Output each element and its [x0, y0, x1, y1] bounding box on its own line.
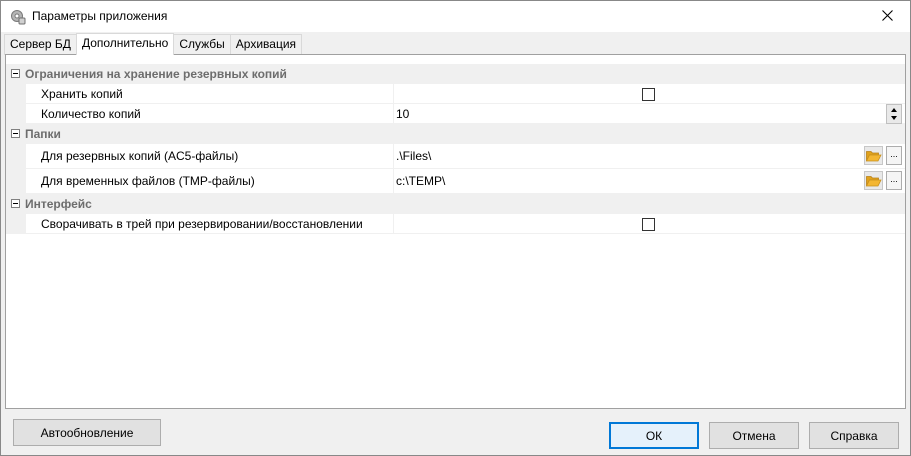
ok-button[interactable]: ОК: [609, 422, 699, 449]
category-interface[interactable]: Интерфейс: [6, 194, 905, 214]
backup-dir-value[interactable]: .\Files\: [396, 149, 431, 163]
collapse-icon[interactable]: [11, 69, 20, 78]
property-row-temp-dir[interactable]: Для временных файлов (TMP-файлы) c:\TEMP…: [6, 169, 905, 194]
collapse-icon[interactable]: [11, 129, 20, 138]
browse-folder-button[interactable]: [864, 146, 883, 165]
property-name: Для резервных копий (AC5-файлы): [41, 149, 239, 163]
property-row-keep-copies[interactable]: Хранить копий: [6, 84, 905, 104]
keep-copies-checkbox[interactable]: [642, 88, 655, 101]
folder-open-icon: [865, 151, 882, 162]
property-row-backup-dir[interactable]: Для резервных копий (AC5-файлы) .\Files\…: [6, 144, 905, 169]
property-grid: Ограничения на хранение резервных копий …: [5, 54, 906, 409]
spin-down-icon[interactable]: [891, 116, 897, 120]
property-name: Хранить копий: [41, 87, 123, 101]
collapse-icon[interactable]: [11, 199, 20, 208]
tab-db-server[interactable]: Сервер БД: [4, 34, 77, 55]
property-name: Количество копий: [41, 107, 141, 121]
close-icon: [881, 9, 893, 24]
copy-count-spinner[interactable]: [886, 104, 902, 124]
ellipsis-button[interactable]: ...: [886, 171, 902, 190]
tab-services[interactable]: Службы: [173, 34, 231, 55]
tab-strip: Сервер БД Дополнительно Службы Архивация: [4, 33, 303, 55]
property-name: Сворачивать в трей при резервировании/во…: [41, 217, 363, 231]
tab-archiving[interactable]: Архивация: [229, 34, 303, 55]
app-gear-icon: [10, 9, 26, 25]
property-name: Для временных файлов (TMP-файлы): [41, 174, 255, 188]
category-label: Ограничения на хранение резервных копий: [25, 67, 287, 81]
property-row-copy-count[interactable]: Количество копий 10: [6, 104, 905, 124]
window-title: Параметры приложения: [32, 9, 168, 23]
category-backup-limits[interactable]: Ограничения на хранение резервных копий: [6, 64, 905, 84]
settings-dialog: Параметры приложения Сервер БД Дополните…: [0, 0, 911, 456]
tab-advanced[interactable]: Дополнительно: [75, 33, 175, 55]
category-folders[interactable]: Папки: [6, 124, 905, 144]
property-row-minimize-tray[interactable]: Сворачивать в трей при резервировании/во…: [6, 214, 905, 234]
category-label: Папки: [25, 127, 61, 141]
copy-count-value[interactable]: 10: [396, 107, 409, 121]
ellipsis-button[interactable]: ...: [886, 146, 902, 165]
autoupdate-button[interactable]: Автообновление: [13, 419, 161, 446]
close-button[interactable]: [864, 1, 910, 32]
spin-up-icon[interactable]: [891, 108, 897, 112]
title-bar: Параметры приложения: [1, 1, 910, 32]
folder-open-icon: [865, 176, 882, 187]
help-button[interactable]: Справка: [809, 422, 899, 449]
minimize-tray-checkbox[interactable]: [642, 218, 655, 231]
browse-folder-button[interactable]: [864, 171, 883, 190]
category-label: Интерфейс: [25, 197, 92, 211]
temp-dir-value[interactable]: c:\TEMP\: [396, 174, 445, 188]
cancel-button[interactable]: Отмена: [709, 422, 799, 449]
